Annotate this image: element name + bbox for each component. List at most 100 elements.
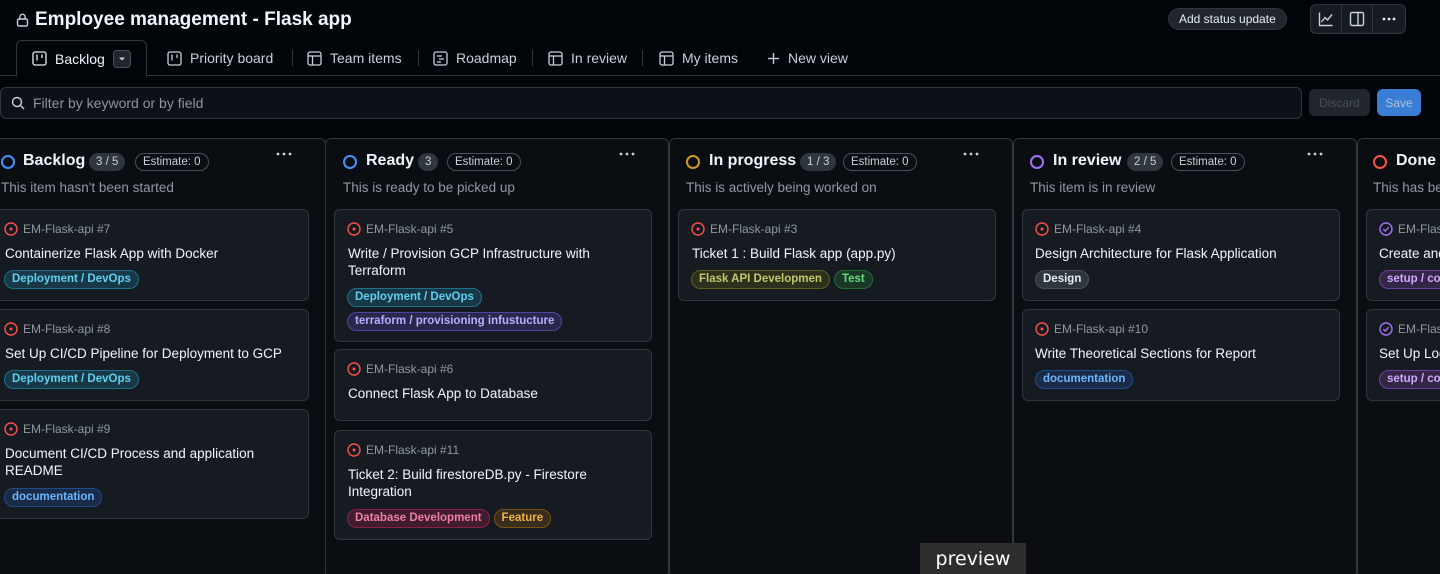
tab-options-dropdown[interactable] (112, 49, 131, 68)
project-header: Employee management - Flask app Add stat… (0, 0, 1440, 40)
project-title: Employee management - Flask app (35, 9, 352, 30)
card-title[interactable]: Containerize Flask App with Docker (5, 245, 295, 262)
open-issue-icon (1035, 222, 1049, 236)
item-count-badge: 3 / 5 (89, 153, 126, 171)
item-card[interactable]: EM-Flask-api #8 Set Up CI/CD Pipeline fo… (0, 309, 309, 401)
card-meta: EM-Flask-api #6 (347, 362, 453, 376)
estimate-badge: Estimate: 0 (135, 153, 209, 171)
card-labels: setup / config (1379, 370, 1440, 389)
card-title[interactable]: Design Architecture for Flask Applicatio… (1035, 245, 1325, 262)
tab-roadmap[interactable]: Roadmap (433, 40, 517, 76)
card-title[interactable]: Document CI/CD Process and application R… (5, 445, 275, 479)
card-labels: Deployment / DevOps terraform / provisio… (347, 288, 647, 331)
label-badge[interactable]: setup / config (1379, 370, 1440, 389)
label-badge[interactable]: Deployment / DevOps (4, 370, 139, 389)
label-badge[interactable]: Database Development (347, 509, 490, 528)
tab-priority-board[interactable]: Priority board (167, 40, 273, 76)
status-circle-icon (1373, 155, 1387, 169)
label-badge[interactable]: setup / config (1379, 270, 1440, 289)
column-done: Done This has been completed EM-Flask-ap… (1357, 138, 1440, 574)
column-more-icon[interactable] (275, 151, 297, 169)
card-meta: EM-Flask-api #8 (4, 322, 110, 336)
column-title: Backlog (23, 152, 86, 169)
item-card[interactable]: EM-Flask-api #11 Ticket 2: Build firesto… (334, 430, 652, 540)
item-card[interactable]: EM-Flask-api #4 Design Architecture for … (1022, 209, 1340, 301)
item-card[interactable]: EM-Flask-api Create and setup / config (1366, 209, 1440, 301)
column-title: In progress (709, 152, 797, 169)
card-meta: EM-Flask-api #3 (691, 222, 797, 236)
open-issue-icon (347, 443, 361, 457)
card-labels: documentation (4, 488, 304, 507)
item-card[interactable]: EM-Flask-api #6 Connect Flask App to Dat… (334, 349, 652, 421)
table-icon (307, 50, 322, 66)
card-title[interactable]: Create and (1379, 245, 1440, 262)
label-badge[interactable]: Test (833, 270, 873, 289)
card-title[interactable]: Set Up CI/CD Pipeline for Deployment to … (5, 345, 295, 362)
tab-in-review[interactable]: In review (548, 40, 627, 76)
tab-divider (418, 50, 419, 66)
project-title-group: Employee management - Flask app (16, 9, 352, 31)
discard-button[interactable]: Discard (1309, 89, 1370, 116)
closed-issue-icon (1379, 322, 1393, 336)
card-labels: Design (1035, 270, 1335, 289)
card-meta: EM-Flask-api #9 (4, 422, 110, 436)
card-labels: documentation (1035, 370, 1335, 389)
item-card[interactable]: EM-Flask-api #10 Write Theoretical Secti… (1022, 309, 1340, 401)
card-title[interactable]: Write Theoretical Sections for Report (1035, 345, 1325, 362)
tab-backlog[interactable]: Backlog (16, 40, 147, 77)
item-card[interactable]: EM-Flask-api #3 Ticket 1 : Build Flask a… (678, 209, 996, 301)
more-options-icon[interactable] (1373, 5, 1405, 33)
card-meta: EM-Flask-api #7 (4, 222, 110, 236)
column-more-icon[interactable] (1306, 151, 1328, 169)
open-issue-icon (1035, 322, 1049, 336)
tab-label: My items (682, 50, 738, 66)
label-badge[interactable]: Feature (493, 509, 552, 528)
column-header: Done (1358, 151, 1440, 173)
column-in-progress: In progress 1 / 3 Estimate: 0 This is ac… (669, 138, 1013, 574)
open-issue-icon (4, 422, 18, 436)
item-card[interactable]: EM-Flask-api #5 Write / Provision GCP In… (334, 209, 652, 342)
card-ref: EM-Flask-api #11 (366, 443, 460, 457)
label-badge[interactable]: Deployment / DevOps (347, 288, 482, 307)
card-ref: EM-Flask-api (1398, 222, 1440, 236)
item-card[interactable]: EM-Flask-api #7 Containerize Flask App w… (0, 209, 309, 301)
plus-icon (767, 52, 780, 65)
tab-label: In review (571, 50, 628, 66)
item-card[interactable]: EM-Flask-api Set Up Logging setup / conf… (1366, 309, 1440, 401)
label-badge[interactable]: Flask API Developmen (691, 270, 830, 289)
insights-icon[interactable] (1311, 5, 1342, 33)
card-title[interactable]: Set Up Logging (1379, 345, 1440, 362)
new-view-button[interactable]: New view (767, 40, 848, 76)
label-badge[interactable]: documentation (1035, 370, 1134, 389)
tab-label: New view (788, 50, 848, 66)
tab-my-items[interactable]: My items (659, 40, 738, 76)
view-tabs: Backlog Priority board Team items Roadma… (0, 40, 1440, 77)
table-icon (659, 50, 674, 66)
status-circle-icon (343, 155, 357, 169)
card-title[interactable]: Ticket 1 : Build Flask app (app.py) (692, 245, 982, 262)
card-title[interactable]: Ticket 2: Build firestoreDB.py - Firesto… (348, 466, 618, 500)
save-button[interactable]: Save (1377, 89, 1421, 116)
label-badge[interactable]: terraform / provisioning infustucture (347, 312, 563, 331)
tab-divider (532, 50, 533, 66)
card-title[interactable]: Connect Flask App to Database (348, 385, 638, 402)
item-count-badge: 1 / 3 (800, 153, 837, 171)
label-badge[interactable]: Deployment / DevOps (4, 270, 139, 289)
card-ref: EM-Flask-api #3 (710, 222, 798, 236)
add-status-update-button[interactable]: Add status update (1168, 8, 1287, 30)
item-card[interactable]: EM-Flask-api #9 Document CI/CD Process a… (0, 409, 309, 519)
label-badge[interactable]: documentation (4, 488, 103, 507)
filter-input[interactable] (33, 95, 1033, 111)
open-issue-icon (4, 222, 18, 236)
tab-team-items[interactable]: Team items (307, 40, 402, 76)
column-header: Ready 3 Estimate: 0 (326, 151, 668, 173)
card-ref: EM-Flask-api #8 (23, 322, 111, 336)
card-title[interactable]: Write / Provision GCP Infrastructure wit… (348, 245, 618, 279)
card-meta: EM-Flask-api #5 (347, 222, 453, 236)
closed-issue-icon (1379, 222, 1393, 236)
column-more-icon[interactable] (618, 151, 640, 169)
side-panel-icon[interactable] (1342, 5, 1373, 33)
label-badge[interactable]: Design (1035, 270, 1090, 289)
column-more-icon[interactable] (962, 151, 984, 169)
card-ref: EM-Flask-api #10 (1054, 322, 1149, 336)
